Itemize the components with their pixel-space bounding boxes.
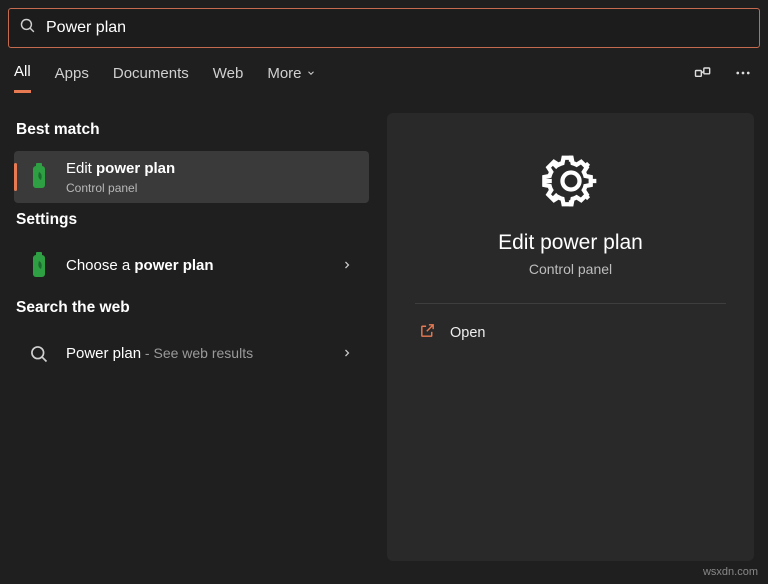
chevron-right-icon [341,258,353,274]
tab-web[interactable]: Web [213,63,244,93]
detail-panel: Edit power plan Control panel Open [387,113,754,561]
tab-documents[interactable]: Documents [113,63,189,93]
open-action[interactable]: Open [415,312,726,354]
search-icon [19,17,36,39]
search-input[interactable] [46,19,749,37]
filter-tabs: All Apps Documents Web More [0,48,768,95]
open-label: Open [450,325,485,341]
result-title: Edit power plan [66,159,359,179]
search-icon [24,339,54,369]
open-icon [419,322,436,344]
chevron-right-icon [341,346,353,362]
search-bar[interactable] [8,8,760,48]
result-title: Choose a power plan [66,256,341,276]
battery-icon [24,162,54,192]
more-options-icon[interactable] [732,62,754,84]
detail-subtitle: Control panel [529,261,612,277]
battery-icon [24,251,54,281]
content-area: Best match Edit power plan Control panel… [0,95,768,561]
result-web-power-plan[interactable]: Power plan - See web results [14,329,369,379]
chevron-down-icon [306,65,316,82]
result-edit-power-plan[interactable]: Edit power plan Control panel [14,151,369,203]
watermark: wsxdn.com [703,566,758,578]
tab-apps[interactable]: Apps [55,63,89,93]
result-title: Power plan - See web results [66,344,341,364]
result-subtitle: Control panel [66,181,359,195]
tab-more-label: More [267,65,301,82]
tab-more[interactable]: More [267,63,315,93]
result-choose-power-plan[interactable]: Choose a power plan [14,241,369,291]
section-settings: Settings [16,211,369,229]
gear-icon [539,149,603,213]
section-best-match: Best match [16,121,369,139]
results-column: Best match Edit power plan Control panel… [14,113,369,561]
section-search-web: Search the web [16,299,369,317]
tab-all[interactable]: All [14,63,31,93]
divider [415,303,726,304]
apps-view-icon[interactable] [692,62,714,84]
detail-title: Edit power plan [498,231,643,255]
